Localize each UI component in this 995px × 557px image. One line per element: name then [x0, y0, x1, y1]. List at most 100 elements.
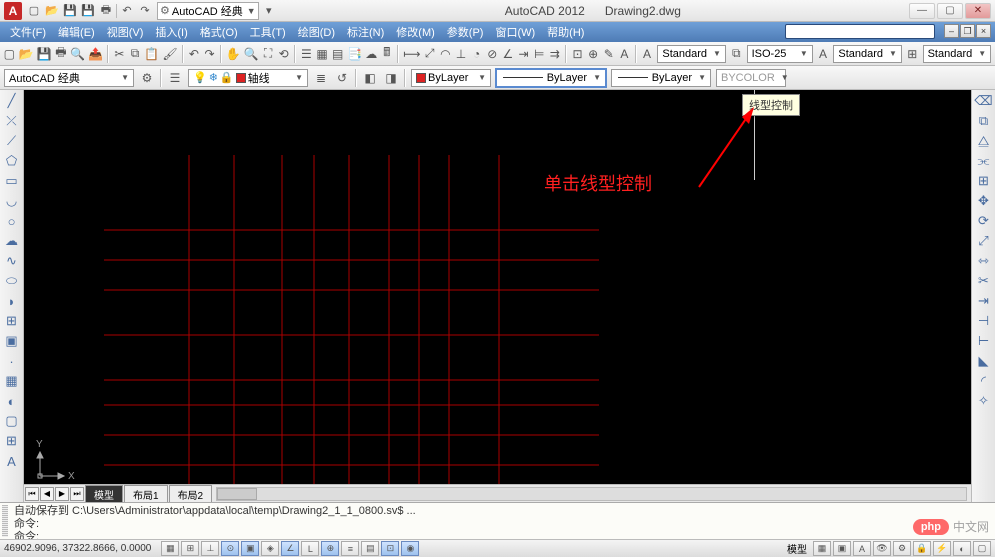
plot-icon[interactable]: 🖶: [54, 44, 69, 64]
layer-iso-icon[interactable]: ◧: [360, 68, 380, 88]
point-icon[interactable]: ·: [2, 352, 22, 370]
plot-icon[interactable]: 🖶: [98, 3, 114, 19]
chamfer-icon[interactable]: ◣: [974, 352, 994, 370]
trim-icon[interactable]: ✂: [974, 272, 994, 290]
maximize-button[interactable]: ▢: [937, 3, 963, 19]
otrack-button[interactable]: ∠: [281, 541, 299, 556]
tab-prev-button[interactable]: ◀: [40, 487, 54, 501]
designcenter-icon[interactable]: ▦: [315, 44, 330, 64]
menu-tools[interactable]: 工具(T): [244, 22, 292, 42]
workspace-selector[interactable]: ⚙ AutoCAD 经典 ▼: [157, 2, 259, 20]
centermark-icon[interactable]: ⊕: [586, 44, 601, 64]
hatch-icon[interactable]: ▦: [2, 372, 22, 390]
ws-icon[interactable]: ⚙: [893, 541, 911, 556]
lineweight-selector[interactable]: ByLayer▼: [611, 69, 711, 87]
menu-window[interactable]: 窗口(W): [489, 22, 541, 42]
save-icon[interactable]: 💾: [62, 3, 78, 19]
circle-icon[interactable]: ○: [2, 212, 22, 230]
doc-restore-button[interactable]: ❐: [960, 24, 975, 38]
properties-icon[interactable]: ☰: [299, 44, 314, 64]
dim-baseline-icon[interactable]: ⊨: [532, 44, 547, 64]
workspace-combo[interactable]: AutoCAD 经典▼: [4, 69, 134, 87]
layer-off-icon[interactable]: ◨: [381, 68, 401, 88]
tab-last-button[interactable]: ⏭: [70, 487, 84, 501]
dimstyle-selector-2[interactable]: ISO-25▼: [747, 45, 813, 63]
textstyle-icon[interactable]: A: [816, 44, 831, 64]
menu-view[interactable]: 视图(V): [101, 22, 150, 42]
isolate-icon[interactable]: ◐: [953, 541, 971, 556]
pan-icon[interactable]: ✋: [225, 44, 242, 64]
qat-dropdown-icon[interactable]: ▾: [261, 3, 277, 19]
dim-ordinate-icon[interactable]: ⊥: [454, 44, 469, 64]
tab-next-button[interactable]: ▶: [55, 487, 69, 501]
dim-arc-icon[interactable]: ◠: [438, 44, 453, 64]
menu-insert[interactable]: 插入(I): [149, 22, 193, 42]
snap-button[interactable]: ▦: [161, 541, 179, 556]
annoscale-icon[interactable]: A: [640, 44, 655, 64]
menu-modify[interactable]: 修改(M): [390, 22, 441, 42]
3dosnap-button[interactable]: ◈: [261, 541, 279, 556]
layer-states-icon[interactable]: ≣: [311, 68, 331, 88]
model-space-label[interactable]: 模型: [787, 541, 807, 556]
tab-model[interactable]: 模型: [85, 485, 123, 503]
quickview-layouts-icon[interactable]: ▦: [813, 541, 831, 556]
lwt-button[interactable]: ≡: [341, 541, 359, 556]
offset-icon[interactable]: ⫘: [974, 152, 994, 170]
paste-icon[interactable]: 📋: [143, 44, 160, 64]
zoom-icon[interactable]: 🔍: [243, 44, 260, 64]
menu-draw[interactable]: 绘图(D): [292, 22, 341, 42]
redo-icon[interactable]: ↷: [137, 3, 153, 19]
workspace-settings-icon[interactable]: ⚙: [137, 68, 157, 88]
ellipse-icon[interactable]: ⬭: [2, 272, 22, 290]
layer-manager-icon[interactable]: ☰: [165, 68, 185, 88]
zoom-prev-icon[interactable]: ⟲: [276, 44, 291, 64]
textstyle-selector[interactable]: Standard▼: [833, 45, 902, 63]
erase-icon[interactable]: ⌫: [974, 92, 994, 110]
dim-continue-icon[interactable]: ⇉: [548, 44, 563, 64]
undo-icon[interactable]: ↶: [119, 3, 135, 19]
calc-icon[interactable]: 🖩: [380, 44, 395, 64]
join-icon[interactable]: ⊢: [974, 332, 994, 350]
array-icon[interactable]: ⊞: [974, 172, 994, 190]
help-search-input[interactable]: [785, 24, 935, 39]
insert-icon[interactable]: ⊞: [2, 312, 22, 330]
doc-close-button[interactable]: ×: [976, 24, 991, 38]
menu-format[interactable]: 格式(O): [194, 22, 244, 42]
dyn-button[interactable]: ⊕: [321, 541, 339, 556]
menu-param[interactable]: 参数(P): [441, 22, 490, 42]
undo-icon[interactable]: ↶: [187, 44, 202, 64]
polyline-icon[interactable]: ⟋: [2, 132, 22, 150]
tablestyle-icon[interactable]: ⊞: [905, 44, 920, 64]
qp-button[interactable]: ⊡: [381, 541, 399, 556]
gradient-icon[interactable]: ◐: [2, 392, 22, 410]
menu-file[interactable]: 文件(F): [4, 22, 52, 42]
zoom-window-icon[interactable]: ⛶: [261, 44, 276, 64]
close-button[interactable]: ✕: [965, 3, 991, 19]
break-icon[interactable]: ⊣: [974, 312, 994, 330]
tab-layout2[interactable]: 布局2: [169, 485, 213, 503]
coordinates-display[interactable]: 46902.9096, 37322.8666, 0.0000: [4, 543, 151, 554]
mirror-icon[interactable]: ⧋: [974, 132, 994, 150]
command-line[interactable]: 自动保存到 C:\Users\Administrator\appdata\loc…: [0, 502, 995, 539]
cut-icon[interactable]: ✂: [112, 44, 127, 64]
annoscale-icon[interactable]: A: [853, 541, 871, 556]
hardware-icon[interactable]: ⚡: [933, 541, 951, 556]
publish-icon[interactable]: 📤: [87, 44, 104, 64]
dimedit-icon[interactable]: ✎: [601, 44, 616, 64]
xline-icon[interactable]: ⤫: [2, 112, 22, 130]
rectangle-icon[interactable]: ▭: [2, 172, 22, 190]
matchprop-icon[interactable]: 🖌: [161, 44, 178, 64]
dim-aligned-icon[interactable]: ⤢: [422, 44, 437, 64]
line-icon[interactable]: ╱: [2, 92, 22, 110]
new-icon[interactable]: ▢: [26, 3, 42, 19]
ortho-button[interactable]: ⊥: [201, 541, 219, 556]
dimtedit-icon[interactable]: A: [617, 44, 632, 64]
move-icon[interactable]: ✥: [974, 192, 994, 210]
drawing-canvas[interactable]: Y X 线型控制 单击线型控制 ⏮ ◀ ▶ ⏭ 模型 布局1 布局2: [24, 90, 971, 502]
fillet-icon[interactable]: ◜: [974, 372, 994, 390]
sheetset-icon[interactable]: 📑: [346, 44, 363, 64]
tolerance-icon[interactable]: ⊡: [570, 44, 585, 64]
app-logo-icon[interactable]: A: [4, 2, 22, 20]
hscrollbar[interactable]: [216, 487, 967, 501]
dim-radius-icon[interactable]: ◔: [469, 44, 484, 64]
